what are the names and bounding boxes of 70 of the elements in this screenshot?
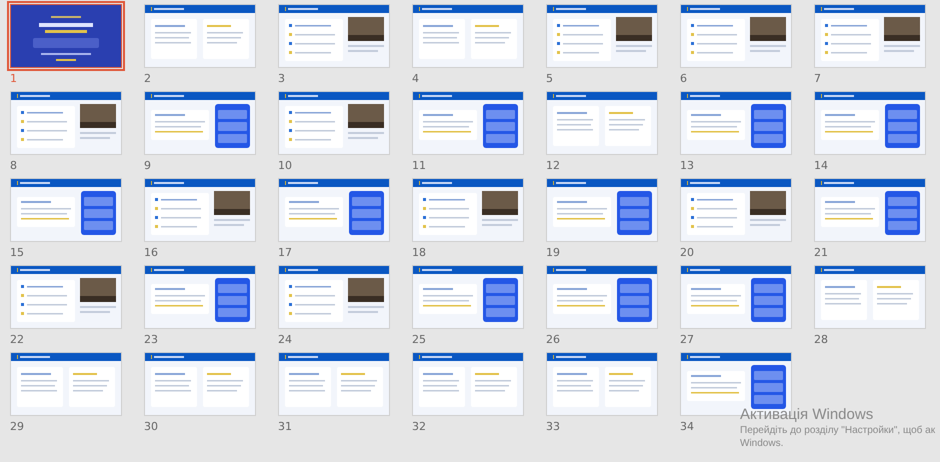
slide-thumbnail[interactable] (144, 4, 256, 68)
slide-thumbnail[interactable] (10, 4, 122, 68)
slide-number: 6 (680, 72, 687, 85)
slide-number: 22 (10, 333, 24, 346)
slide-number: 30 (144, 420, 158, 433)
slide-thumbnail[interactable] (814, 178, 926, 242)
slide-thumbnail[interactable] (546, 265, 658, 329)
activation-message: Windows. (740, 437, 784, 450)
slide-number: 20 (680, 246, 694, 259)
slide-number: 17 (278, 246, 292, 259)
slide-thumbnail[interactable] (144, 352, 256, 416)
slide-number: 7 (814, 72, 821, 85)
slide-number: 5 (546, 72, 553, 85)
slide-number: 4 (412, 72, 419, 85)
slide-number: 12 (546, 159, 560, 172)
slide-thumbnail[interactable] (814, 265, 926, 329)
slide-number: 26 (546, 333, 560, 346)
activation-message: Перейдіть до розділу "Настройки", щоб ак (740, 424, 936, 437)
slide-thumbnail[interactable] (144, 265, 256, 329)
slide-number: 32 (412, 420, 426, 433)
slide-number: 16 (144, 246, 158, 259)
slide-thumbnail[interactable] (546, 178, 658, 242)
slide-number: 25 (412, 333, 426, 346)
slide-number: 14 (814, 159, 828, 172)
slide-number: 34 (680, 420, 694, 433)
slide-thumbnail[interactable] (144, 91, 256, 155)
slide-thumbnail[interactable] (412, 91, 524, 155)
slide-number: 24 (278, 333, 292, 346)
slide-number: 9 (144, 159, 151, 172)
slide-number: 8 (10, 159, 17, 172)
slide-number: 19 (546, 246, 560, 259)
slide-number: 10 (278, 159, 292, 172)
slide-thumbnail[interactable] (546, 352, 658, 416)
slide-number: 33 (546, 420, 560, 433)
slide-thumbnail[interactable] (814, 91, 926, 155)
slide-thumbnail[interactable] (10, 352, 122, 416)
slide-number: 31 (278, 420, 292, 433)
slide-thumbnail[interactable] (546, 4, 658, 68)
slide-number: 1 (10, 72, 17, 85)
slide-thumbnail[interactable] (814, 4, 926, 68)
slide-thumbnail[interactable] (680, 265, 792, 329)
slide-thumbnail[interactable] (278, 178, 390, 242)
slide-thumbnail[interactable] (10, 265, 122, 329)
slide-number: 29 (10, 420, 24, 433)
slide-thumbnail[interactable] (278, 4, 390, 68)
slide-number: 21 (814, 246, 828, 259)
slide-thumbnail[interactable] (680, 178, 792, 242)
slide-thumbnail[interactable] (412, 265, 524, 329)
slide-thumbnail[interactable] (412, 352, 524, 416)
slide-number: 18 (412, 246, 426, 259)
activation-title: Активація Windows (740, 406, 874, 424)
slide-number: 23 (144, 333, 158, 346)
slide-number: 27 (680, 333, 694, 346)
slide-thumbnail[interactable] (10, 91, 122, 155)
slide-thumbnail[interactable] (680, 4, 792, 68)
slide-number: 3 (278, 72, 285, 85)
slide-thumbnail[interactable] (680, 91, 792, 155)
slide-number: 28 (814, 333, 828, 346)
slide-thumbnail[interactable] (278, 265, 390, 329)
slide-thumbnail[interactable] (412, 178, 524, 242)
slide-number: 2 (144, 72, 151, 85)
slide-thumbnail[interactable] (144, 178, 256, 242)
slide-number: 11 (412, 159, 426, 172)
slide-number: 15 (10, 246, 24, 259)
slide-thumbnail[interactable] (278, 91, 390, 155)
slide-thumbnail[interactable] (546, 91, 658, 155)
slide-thumbnail[interactable] (278, 352, 390, 416)
slide-thumbnail[interactable] (412, 4, 524, 68)
slide-number: 13 (680, 159, 694, 172)
slide-thumbnail[interactable] (10, 178, 122, 242)
